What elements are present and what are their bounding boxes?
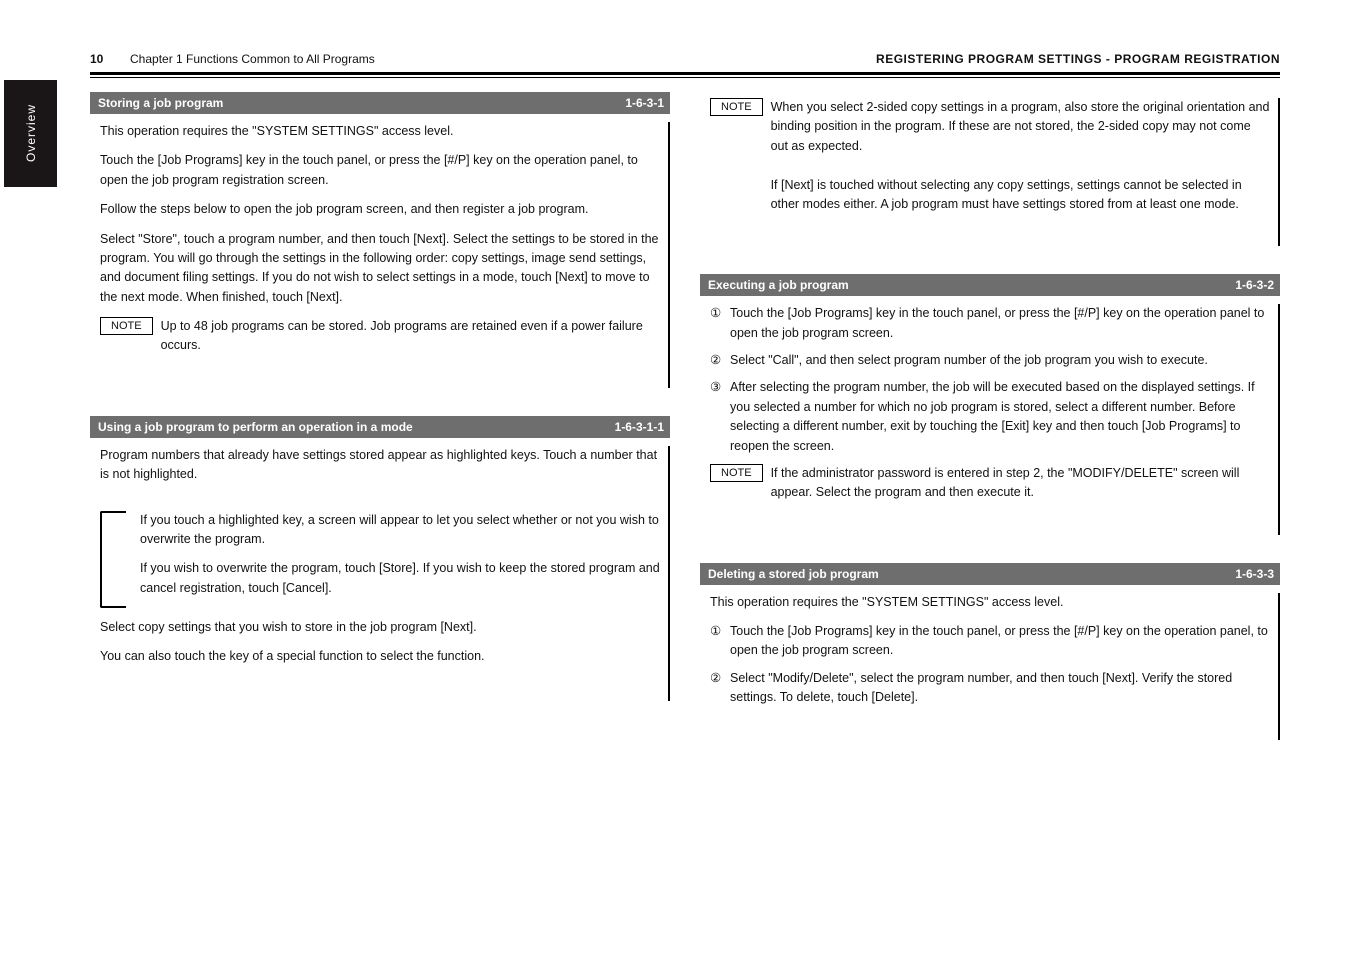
note-row: NOTE Up to 48 job programs can be stored… (100, 317, 660, 356)
body-text: If you touch a highlighted key, a screen… (140, 511, 660, 550)
header-rule-thin (90, 77, 1280, 78)
step-text: After selecting the program number, the … (730, 378, 1270, 456)
step-number: ② (710, 669, 722, 708)
step-item: ① Touch the [Job Programs] key in the to… (710, 304, 1270, 343)
side-tab-label: Overview (24, 104, 38, 162)
body-text: Touch the [Job Programs] key in the touc… (100, 151, 660, 190)
note-label-box: NOTE (710, 98, 763, 116)
step-item: ② Select "Call", and then select program… (710, 351, 1270, 370)
note-label-box: NOTE (100, 317, 153, 335)
step-number: ② (710, 351, 722, 370)
right-column: NOTE When you select 2-sided copy settin… (700, 92, 1280, 768)
section-heading-using: Using a job program to perform an operat… (90, 416, 670, 438)
running-header: 10 Chapter 1 Functions Common to All Pro… (90, 52, 1280, 72)
section-number: 1-6-3-1 (625, 92, 664, 114)
section-heading-storing: Storing a job program 1-6-3-1 (90, 92, 670, 114)
section-number: 1-6-3-1-1 (615, 416, 664, 438)
section-title: Deleting a stored job program (708, 567, 879, 581)
step-item: ③ After selecting the program number, th… (710, 378, 1270, 456)
step-number: ③ (710, 378, 722, 456)
step-item: ② Select "Modify/Delete", select the pro… (710, 669, 1270, 708)
step-text: Select "Modify/Delete", select the progr… (730, 669, 1270, 708)
body-text: This operation requires the "SYSTEM SETT… (710, 593, 1270, 612)
using-block: Program numbers that already have settin… (90, 446, 670, 701)
chapter-label: Chapter 1 Functions Common to All Progra… (130, 52, 876, 66)
bracket-icon (100, 511, 126, 609)
left-column: Storing a job program 1-6-3-1 This opera… (90, 92, 670, 768)
section-heading-deleting: Deleting a stored job program 1-6-3-3 (700, 563, 1280, 585)
note-row: NOTE When you select 2-sided copy settin… (710, 98, 1270, 214)
body-text: Program numbers that already have settin… (100, 446, 660, 485)
body-text: Select "Store", touch a program number, … (100, 230, 660, 308)
executing-block: ① Touch the [Job Programs] key in the to… (700, 304, 1280, 534)
page-content: 10 Chapter 1 Functions Common to All Pro… (90, 52, 1280, 768)
body-text: If you wish to overwrite the program, to… (140, 559, 660, 598)
step-text: Touch the [Job Programs] key in the touc… (730, 304, 1270, 343)
note-text: If the administrator password is entered… (771, 464, 1270, 503)
note-text: Up to 48 job programs can be stored. Job… (161, 317, 660, 356)
body-text: You can also touch the key of a special … (100, 647, 660, 666)
note-label-box: NOTE (710, 464, 763, 482)
bracketed-aside: If you touch a highlighted key, a screen… (100, 511, 660, 609)
section-heading-executing: Executing a job program 1-6-3-2 (700, 274, 1280, 296)
body-text: Select copy settings that you wish to st… (100, 618, 660, 637)
note-text: If [Next] is touched without selecting a… (771, 178, 1242, 211)
section-title: Using a job program to perform an operat… (98, 420, 413, 434)
deleting-block: This operation requires the "SYSTEM SETT… (700, 593, 1280, 740)
step-number: ① (710, 304, 722, 343)
section-number: 1-6-3-2 (1235, 274, 1274, 296)
body-text: This operation requires the "SYSTEM SETT… (100, 122, 660, 141)
section-title: Storing a job program (98, 96, 223, 110)
storing-block: This operation requires the "SYSTEM SETT… (90, 122, 670, 388)
note-row: NOTE If the administrator password is en… (710, 464, 1270, 503)
note-text: When you select 2-sided copy settings in… (771, 100, 1270, 153)
step-number: ① (710, 622, 722, 661)
continued-note-block: NOTE When you select 2-sided copy settin… (700, 98, 1280, 246)
step-text: Touch the [Job Programs] key in the touc… (730, 622, 1270, 661)
step-text: Select "Call", and then select program n… (730, 351, 1270, 370)
side-tab: Overview (4, 80, 57, 187)
header-rule-thick (90, 72, 1280, 75)
page-title: REGISTERING PROGRAM SETTINGS - PROGRAM R… (876, 52, 1280, 66)
step-item: ① Touch the [Job Programs] key in the to… (710, 622, 1270, 661)
section-title: Executing a job program (708, 278, 849, 292)
page-number: 10 (90, 52, 130, 66)
section-number: 1-6-3-3 (1235, 563, 1274, 585)
body-text: Follow the steps below to open the job p… (100, 200, 660, 219)
